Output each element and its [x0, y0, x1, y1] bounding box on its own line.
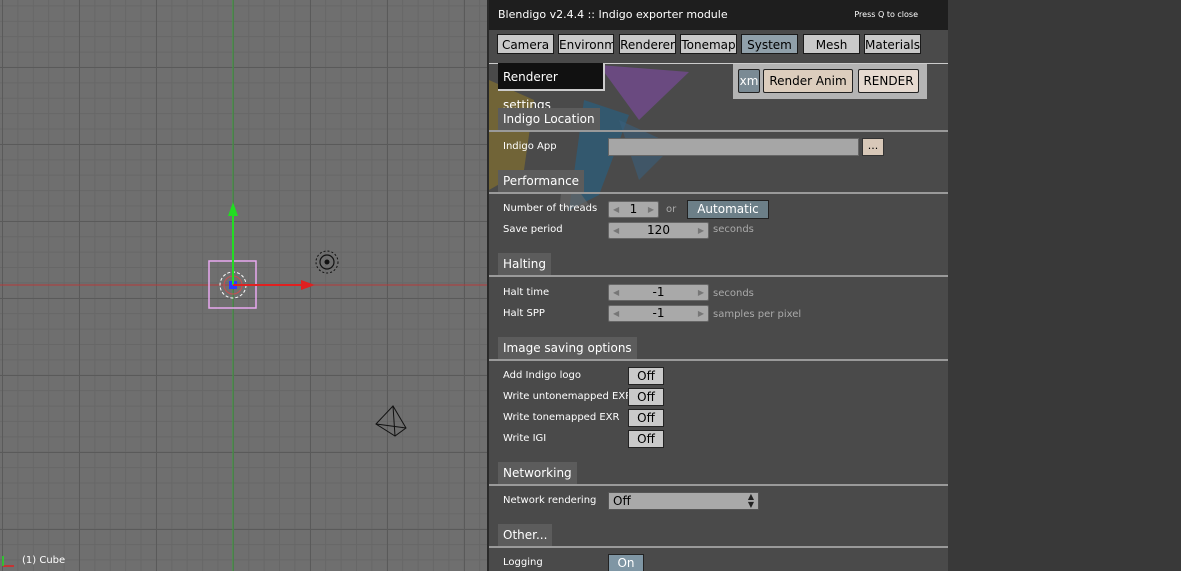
threads-label: Number of threads [503, 203, 598, 214]
tab-system[interactable]: System [741, 34, 798, 54]
empty-area [948, 0, 1181, 571]
decrement-arrow-icon[interactable]: ◀ [613, 285, 619, 300]
section-halting: Halting [498, 253, 551, 275]
write-untonemapped-exr-toggle[interactable]: Off [628, 388, 664, 406]
threads-stepper[interactable]: ◀ 1 ▶ [608, 201, 659, 218]
write-igi-toggle[interactable]: Off [628, 430, 664, 448]
render-button-bar: xm Render Anim RENDER [733, 64, 927, 99]
section-networking: Networking [498, 462, 577, 484]
threads-value: 1 [629, 202, 638, 216]
viewport-overlay [0, 0, 487, 571]
save-period-value: 120 [647, 223, 670, 237]
logging-toggle[interactable]: On [608, 554, 644, 571]
or-text: or [666, 204, 677, 215]
render-anim-button[interactable]: Render Anim [763, 69, 853, 93]
halt-time-stepper[interactable]: ◀ -1 ▶ [608, 284, 709, 301]
gizmo-y-arrowhead-icon[interactable] [228, 202, 238, 216]
browse-button[interactable]: ... [862, 138, 884, 156]
write-untonemapped-exr-label: Write untonemapped EXR [503, 391, 633, 402]
section-divider [489, 484, 948, 486]
automatic-threads-button[interactable]: Automatic [687, 200, 769, 219]
tab-mesh[interactable]: Mesh [803, 34, 860, 54]
decrement-arrow-icon[interactable]: ◀ [613, 306, 619, 321]
3d-viewport[interactable]: (1) Cube [0, 0, 487, 571]
add-indigo-logo-toggle[interactable]: Off [628, 367, 664, 385]
halt-spp-label: Halt SPP [503, 308, 545, 319]
halt-time-unit: seconds [713, 288, 754, 299]
increment-arrow-icon[interactable]: ▶ [698, 306, 704, 321]
section-divider [489, 275, 948, 277]
write-igi-label: Write IGI [503, 433, 547, 444]
network-rendering-label: Network rendering [503, 495, 597, 506]
tab-camera[interactable]: Camera [497, 34, 554, 54]
lamp-center-icon [324, 259, 330, 265]
save-period-stepper[interactable]: ◀ 120 ▶ [608, 222, 709, 239]
increment-arrow-icon[interactable]: ▶ [648, 202, 654, 217]
render-button[interactable]: RENDER [858, 69, 919, 93]
panel-header: Blendigo v2.4.4 :: Indigo exporter modul… [489, 0, 948, 30]
tab-materials[interactable]: Materials [864, 34, 921, 54]
save-period-unit: seconds [713, 224, 754, 235]
xm-button[interactable]: xm [738, 69, 760, 93]
close-hint: Press Q to close [854, 10, 918, 19]
tab-renderer[interactable]: Renderer [619, 34, 676, 54]
add-indigo-logo-label: Add Indigo logo [503, 370, 581, 381]
select-updown-icon: ▲ ▼ [747, 492, 754, 509]
gizmo-x-arrowhead-icon[interactable] [301, 280, 315, 290]
tab-tonemap[interactable]: Tonemap [680, 34, 737, 54]
decrement-arrow-icon[interactable]: ◀ [613, 223, 619, 238]
increment-arrow-icon[interactable]: ▶ [698, 285, 704, 300]
network-rendering-select[interactable]: Off ▲ ▼ [608, 492, 759, 510]
tab-environment[interactable]: Environm [558, 34, 614, 54]
indigo-app-path-input[interactable] [608, 138, 859, 156]
section-performance: Performance [498, 170, 585, 192]
section-divider [489, 130, 948, 132]
decrement-arrow-icon[interactable]: ◀ [613, 202, 619, 217]
section-divider [489, 359, 948, 361]
indigo-app-label: Indigo App [503, 141, 557, 152]
halt-spp-value: -1 [652, 306, 665, 320]
blendigo-panel: Blendigo v2.4.4 :: Indigo exporter modul… [489, 0, 948, 571]
camera-icon[interactable] [375, 405, 407, 437]
halt-spp-stepper[interactable]: ◀ -1 ▶ [608, 305, 709, 322]
write-tonemapped-exr-label: Write tonemapped EXR [503, 412, 620, 423]
section-indigo-location: Indigo Location [498, 108, 600, 130]
save-period-label: Save period [503, 224, 563, 235]
section-other: Other... [498, 524, 553, 546]
write-tonemapped-exr-toggle[interactable]: Off [628, 409, 664, 427]
network-rendering-value: Off [613, 494, 631, 508]
halt-time-value: -1 [652, 285, 665, 299]
section-divider [489, 192, 948, 194]
active-object-label: (1) Cube [22, 555, 66, 566]
section-image-saving: Image saving options [498, 337, 637, 359]
panel-title: Blendigo v2.4.4 :: Indigo exporter modul… [498, 8, 728, 21]
section-divider [489, 546, 948, 548]
halt-spp-unit: samples per pixel [713, 309, 802, 320]
increment-arrow-icon[interactable]: ▶ [698, 223, 704, 238]
halt-time-label: Halt time [503, 287, 550, 298]
logging-label: Logging [503, 557, 543, 568]
renderer-settings-title: Renderer settings [498, 63, 605, 112]
